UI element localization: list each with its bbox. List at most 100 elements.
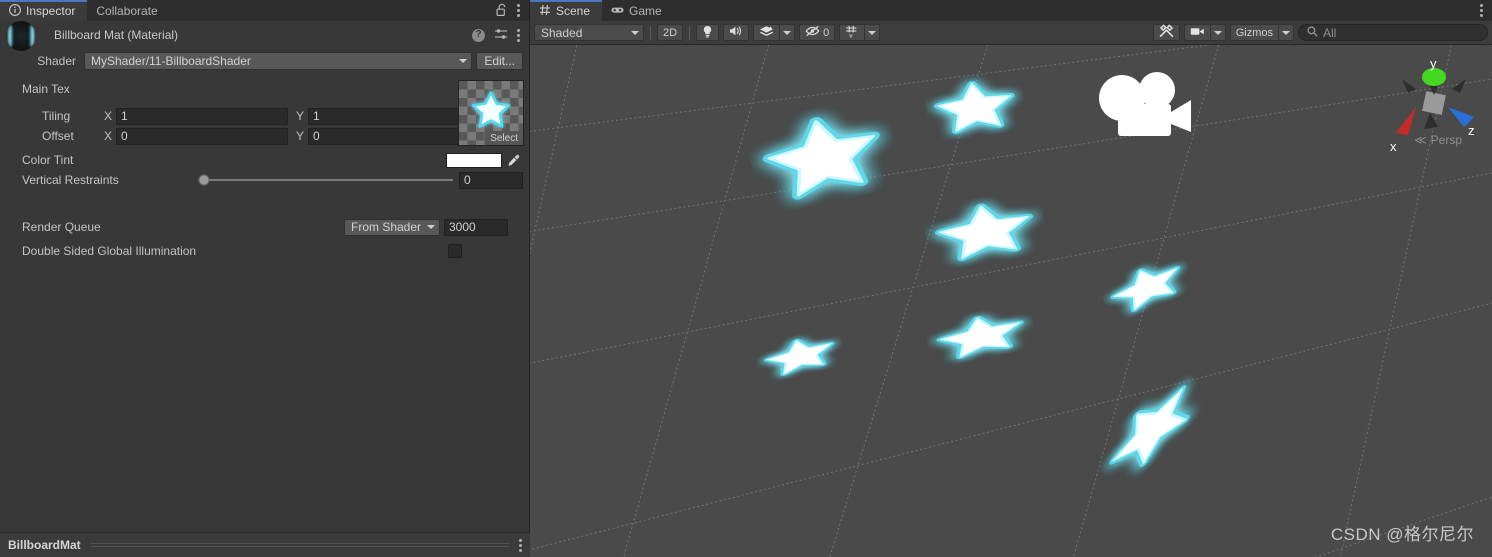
scene-effects-dropdown[interactable] [779, 24, 796, 41]
fx-layers-icon [759, 25, 774, 41]
tiling-row: Tiling X 1 Y 1 [6, 106, 523, 126]
chevron-down-icon [427, 225, 435, 229]
chevron-down-icon [1282, 30, 1290, 35]
help-question-icon[interactable]: ? [472, 28, 485, 42]
tab-game-label: Game [629, 3, 662, 18]
color-tint-swatch[interactable] [446, 152, 502, 168]
tiling-y-input[interactable]: 1 [308, 107, 480, 125]
scene-tools-button[interactable] [1152, 24, 1180, 41]
footer-divider [90, 543, 509, 547]
vertical-restraints-slider-handle[interactable] [198, 174, 210, 186]
projection-mode-text: Persp [1430, 133, 1462, 147]
render-queue-row: Render Queue From Shader 3000 [6, 217, 523, 237]
speaker-icon [729, 25, 743, 40]
offset-row: Offset X 0 Y 0 [6, 126, 523, 146]
search-icon [1307, 25, 1318, 40]
shader-edit-button[interactable]: Edit... [476, 52, 523, 70]
offset-x-axis-label: X [104, 129, 113, 143]
scene-lighting-button[interactable] [696, 24, 720, 41]
offset-label: Offset [42, 129, 74, 143]
scene-tabbar: Scene Game [530, 0, 1492, 21]
tab-collaborate[interactable]: Collaborate [87, 0, 169, 21]
main-tex-thumbnail[interactable]: Select [458, 80, 524, 146]
mode-2d-button[interactable]: 2D [657, 24, 684, 41]
inspector-menu-icon[interactable] [517, 4, 520, 17]
unlocked-padlock-icon[interactable] [496, 3, 508, 19]
offset-y-axis-label: Y [296, 129, 305, 143]
gizmo-y-label: y [1430, 56, 1437, 71]
tab-inspector-label: Inspector [26, 3, 76, 18]
scene-camera-group [1183, 24, 1226, 41]
tiling-x-input[interactable]: 1 [116, 107, 288, 125]
scene-effects-group [753, 24, 796, 41]
scene-effects-button[interactable] [753, 24, 780, 41]
footer-asset-name: BillboardMat [8, 538, 81, 552]
offset-y-input[interactable]: 0 [308, 127, 480, 145]
vertical-restraints-label: Vertical Restraints [22, 173, 119, 187]
scene-menu-icon[interactable] [1480, 4, 1483, 17]
chevron-down-icon [868, 30, 877, 35]
inspector-footer: BillboardMat [0, 532, 530, 557]
footer-menu-icon[interactable] [519, 538, 522, 552]
render-queue-label: Render Queue [22, 220, 101, 234]
scene-toolbar: Shaded 2D 0 y Gizmos All [530, 21, 1492, 45]
scene-camera-dropdown[interactable] [1209, 24, 1226, 41]
render-queue-value[interactable]: 3000 [444, 218, 508, 236]
scene-grid-button[interactable]: y [839, 24, 865, 41]
vertical-restraints-value[interactable]: 0 [459, 171, 523, 189]
hidden-objects-button[interactable]: 0 [799, 24, 836, 41]
scene-camera-icon[interactable] [1098, 70, 1194, 139]
tiling-x-axis-label: X [104, 109, 113, 123]
tab-game[interactable]: Game [602, 0, 674, 21]
gizmos-button[interactable]: Gizmos [1229, 24, 1278, 41]
material-header: Billboard Mat (Material) ? [0, 21, 529, 51]
render-queue-dropdown[interactable]: From Shader [344, 218, 440, 236]
scene-viewport[interactable]: y x z ≪ Persp CSDN @格尔尼尔 [530, 45, 1492, 557]
double-sided-gi-row: Double Sided Global Illumination [6, 241, 523, 261]
inspector-panel: Inspector Collaborate Billboard Mat (Mat… [0, 0, 530, 557]
eyedropper-icon[interactable] [505, 152, 521, 168]
grid-hash-icon [539, 4, 551, 18]
double-sided-gi-checkbox[interactable] [448, 244, 462, 258]
chevron-down-icon [459, 59, 468, 63]
shader-row: Shader MyShader/11-BillboardShader Edit.… [0, 50, 529, 72]
gizmo-projection-label[interactable]: ≪ Persp [1414, 133, 1462, 147]
material-preview-thumbnail [6, 21, 36, 51]
scene-audio-button[interactable] [723, 24, 750, 41]
main-tex-label: Main Tex [22, 82, 70, 96]
camera-icon [1190, 26, 1205, 40]
tools-wrench-icon [1159, 24, 1174, 41]
gamepad-icon [611, 5, 624, 17]
grid-visibility-icon: y [845, 25, 859, 41]
inspector-tabbar: Inspector Collaborate [0, 0, 529, 21]
scene-grid-dropdown[interactable] [864, 24, 881, 41]
material-menu-icon[interactable] [517, 28, 520, 42]
draw-mode-value: Shaded [541, 25, 583, 40]
tiling-label: Tiling [42, 109, 71, 123]
gizmo-x-label: x [1390, 139, 1397, 154]
offset-x-input[interactable]: 0 [116, 127, 288, 145]
chevron-down-icon [783, 30, 792, 35]
chevron-down-icon [631, 30, 639, 35]
gizmos-dropdown[interactable] [1278, 24, 1294, 41]
scene-search-field[interactable]: All [1298, 24, 1488, 41]
lightbulb-icon [702, 25, 713, 41]
tab-scene[interactable]: Scene [530, 0, 603, 21]
vertical-restraints-slider[interactable] [198, 174, 453, 186]
tab-scene-label: Scene [556, 3, 591, 18]
material-title: Billboard Mat (Material) [54, 28, 179, 42]
texture-select-button[interactable]: Select [485, 131, 523, 145]
tab-inspector[interactable]: Inspector [0, 0, 88, 21]
shader-dropdown[interactable]: MyShader/11-BillboardShader [84, 52, 473, 70]
csdn-watermark: CSDN @格尔尼尔 [1330, 525, 1474, 544]
preset-sliders-icon[interactable] [494, 28, 508, 42]
color-tint-label: Color Tint [22, 153, 74, 167]
double-sided-gi-label: Double Sided Global Illumination [22, 244, 197, 258]
chevron-down-icon [1213, 30, 1222, 35]
draw-mode-dropdown[interactable]: Shaded [534, 24, 644, 41]
info-icon [9, 3, 21, 18]
render-queue-mode: From Shader [351, 220, 422, 234]
scene-camera-button[interactable] [1183, 24, 1210, 41]
scene-axis-gizmo[interactable]: y x z [1386, 55, 1482, 165]
gizmo-z-label: z [1468, 123, 1475, 138]
